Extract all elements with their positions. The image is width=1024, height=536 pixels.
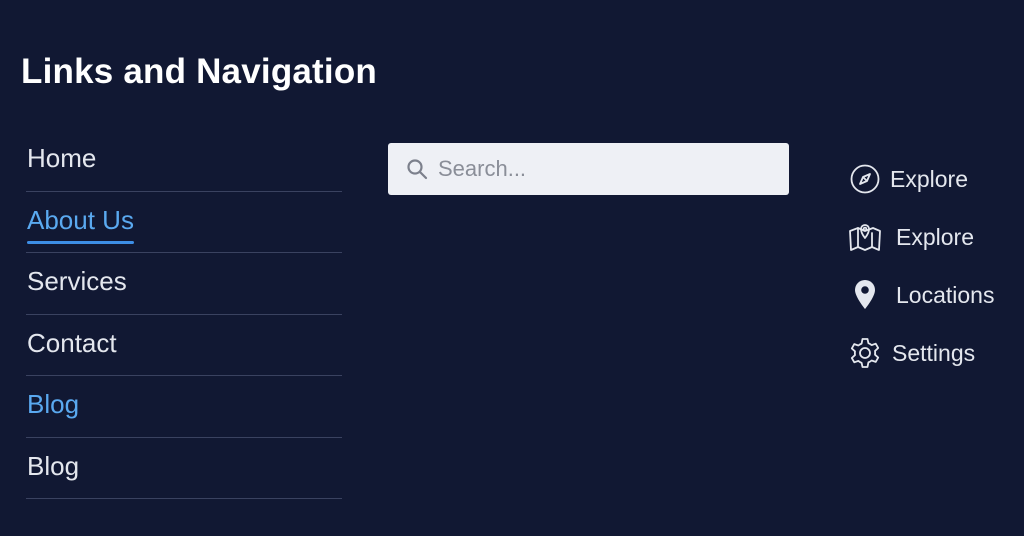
side-link-explore-map[interactable]: Explore	[848, 208, 1018, 266]
side-link-label: Settings	[892, 340, 976, 366]
side-link-label: Explore	[890, 166, 968, 192]
nav-link-blog-highlighted[interactable]: Blog	[27, 388, 79, 420]
nav-link-blog[interactable]: Blog	[27, 450, 79, 482]
side-link-label: Locations	[896, 282, 995, 308]
nav-list: Home About Us Services Contact Blog Blog	[26, 130, 342, 499]
side-link-explore[interactable]: Explore	[848, 150, 1018, 208]
nav-item-services: Services	[26, 253, 342, 315]
gear-icon	[848, 336, 882, 370]
search-icon	[404, 156, 430, 182]
nav-link-contact[interactable]: Contact	[27, 327, 117, 359]
nav-item-home: Home	[26, 130, 342, 192]
nav-link-about-us[interactable]: About Us	[27, 204, 134, 244]
location-pin-icon	[848, 278, 882, 312]
nav-item-blog: Blog	[26, 438, 342, 499]
nav-link-home[interactable]: Home	[27, 142, 96, 174]
search-input[interactable]	[438, 156, 758, 182]
search-box[interactable]	[388, 143, 789, 195]
side-link-settings[interactable]: Settings	[848, 324, 1018, 382]
side-link-locations[interactable]: Locations	[848, 266, 1018, 324]
page-title: Links and Navigation	[21, 52, 377, 91]
nav-item-contact: Contact	[26, 315, 342, 376]
nav-item-about-us: About Us	[26, 192, 342, 253]
map-icon	[848, 220, 882, 254]
nav-item-blog-highlighted: Blog	[26, 376, 342, 438]
compass-icon	[848, 162, 882, 196]
side-links: Explore Explore Locations Settings	[848, 150, 1018, 382]
side-link-label: Explore	[896, 224, 974, 250]
nav-link-services[interactable]: Services	[27, 265, 127, 297]
